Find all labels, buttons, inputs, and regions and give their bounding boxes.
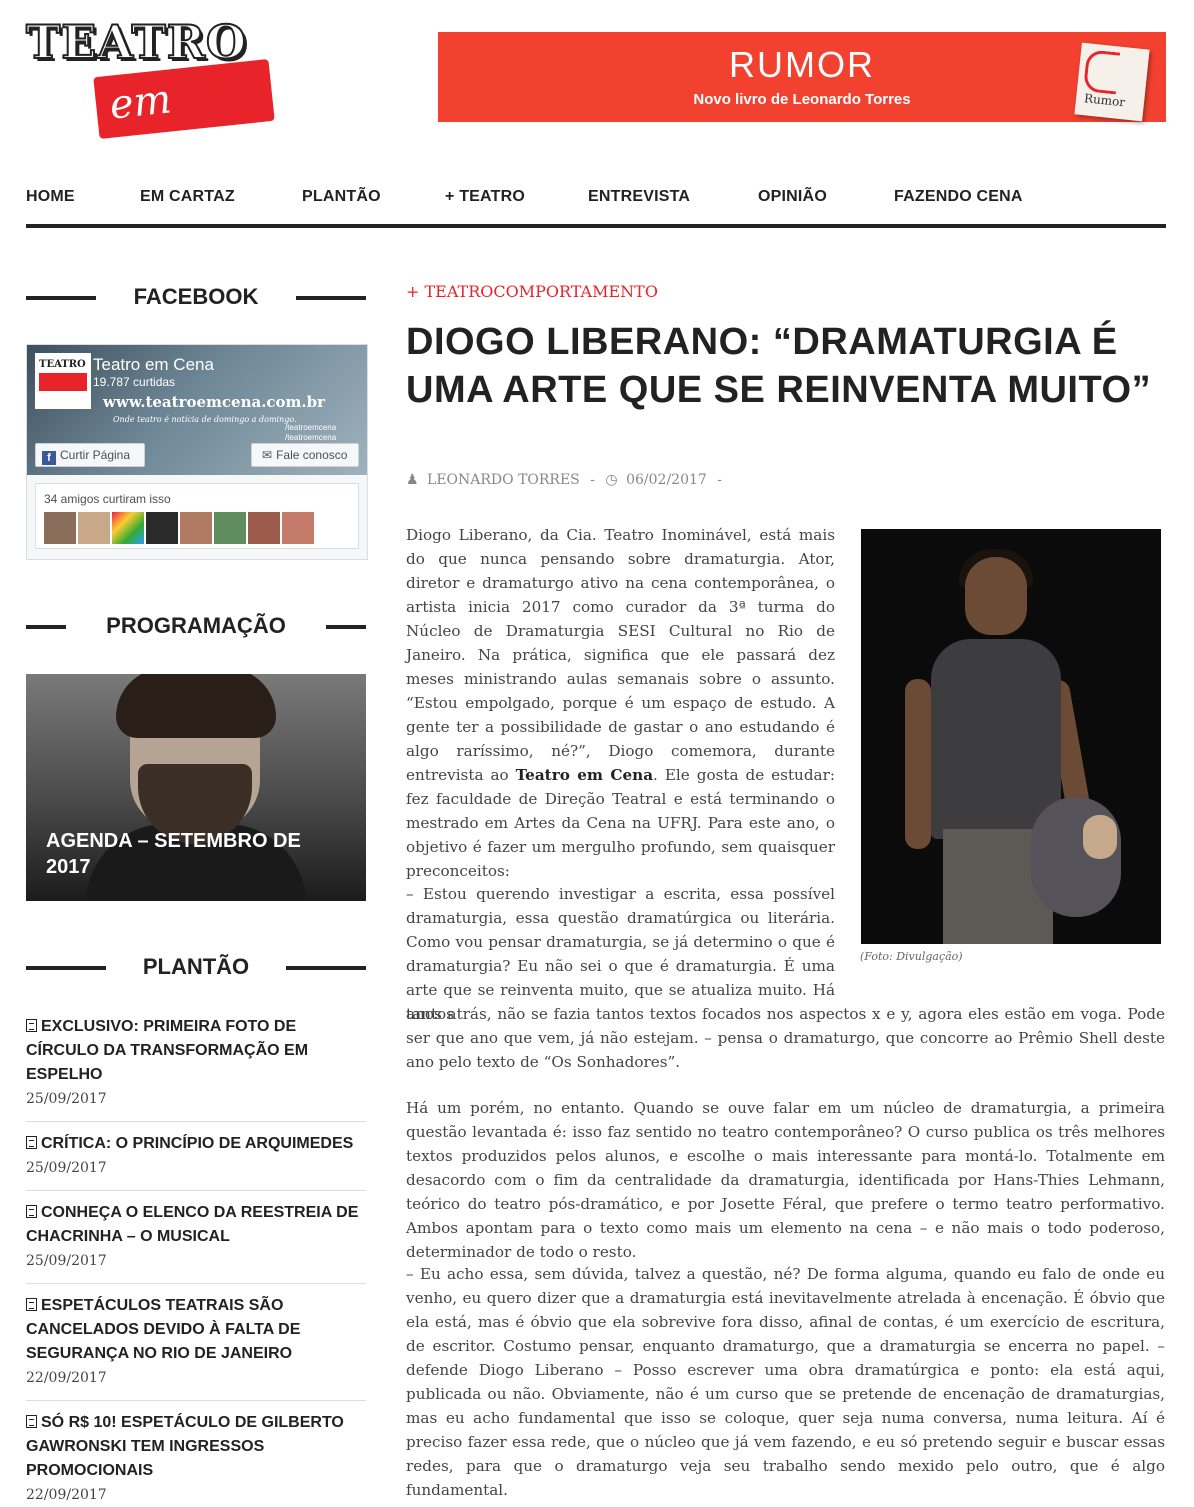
- message-label: Fale conosco: [276, 448, 348, 462]
- document-icon: [26, 1019, 37, 1032]
- facebook-heading-text: FACEBOOK: [133, 284, 259, 309]
- plantao-list-item: ESPETÁCULOS TEATRAIS SÃO CANCELADOS DEVI…: [26, 1294, 366, 1390]
- document-icon: [26, 1298, 37, 1311]
- friend-avatar[interactable]: [44, 512, 76, 544]
- nav-item-entrevista[interactable]: ENTREVISTA: [588, 188, 690, 206]
- divider: [26, 1121, 366, 1122]
- article-title: DIOGO LIBERANO: “DRAMATURGIA É UMA ARTE …: [406, 321, 1152, 411]
- plantao-list-item: CONHEÇA O ELENCO DA REESTREIA DE CHACRIN…: [26, 1201, 366, 1273]
- article-photo: [861, 529, 1161, 944]
- programacao-card-caption[interactable]: AGENDA – SETEMBRO DE 2017: [46, 828, 346, 880]
- banner-subtitle: Novo livro de Leonardo Torres: [693, 91, 911, 108]
- meta-separator: -: [590, 472, 595, 488]
- plantao-item-title[interactable]: CONHEÇA O ELENCO DA REESTREIA DE CHACRIN…: [26, 1201, 366, 1249]
- plantao-heading-text: PLANTÃO: [142, 954, 250, 979]
- programacao-featured-card[interactable]: AGENDA – SETEMBRO DE 2017: [26, 674, 366, 901]
- logo-text-teatro: TEATRO: [25, 15, 247, 69]
- programacao-heading-text: PROGRAMAÇÃO: [106, 613, 286, 638]
- document-icon: [26, 1205, 37, 1218]
- divider: [26, 1283, 366, 1284]
- plantao-item-date: 25/09/2017: [26, 1091, 107, 1107]
- friend-avatar[interactable]: [78, 512, 110, 544]
- facebook-widget-heading: FACEBOOK: [26, 282, 366, 312]
- publication-name: Teatro em Cena: [515, 766, 654, 784]
- plantao-item-title[interactable]: CRÍTICA: O PRINCÍPIO DE ARQUIMEDES: [26, 1132, 366, 1156]
- site-logo[interactable]: TEATRO em cena: [25, 15, 276, 178]
- article-paragraph: anos atrás, não se fazia tantos textos f…: [406, 1005, 1165, 1071]
- facebook-page-avatar[interactable]: TEATRO: [35, 353, 91, 409]
- meta-separator: -: [717, 472, 722, 488]
- friend-avatar[interactable]: [214, 512, 246, 544]
- message-button[interactable]: ✉ Fale conosco: [251, 443, 359, 467]
- article-paragraph: Diogo Liberano, da Cia. Teatro Inomináve…: [406, 523, 835, 883]
- nav-item-opiniao[interactable]: OPINIÃO: [758, 188, 827, 206]
- banner-title: RUMOR: [729, 44, 875, 85]
- envelope-icon: ✉: [262, 448, 273, 462]
- article-meta: ♟ LEONARDO TORRES - ◷ 06/02/2017 -: [406, 472, 722, 488]
- article-paragraph: Há um porém, no entanto. Quando se ouve …: [406, 1099, 1165, 1261]
- plantao-item-date: 22/09/2017: [26, 1370, 107, 1386]
- facebook-like-count: 19.787 curtidas: [93, 375, 176, 389]
- plantao-list-item: SÓ R$ 10! ESPETÁCULO DE GILBERTO GAWRONS…: [26, 1411, 366, 1507]
- plantao-widget-heading: PLANTÃO: [26, 952, 366, 982]
- nav-item-em-cartaz[interactable]: EM CARTAZ: [140, 188, 235, 206]
- facebook-cover-url: www.teatroemcena.com.br: [103, 393, 326, 411]
- friend-avatar[interactable]: [180, 512, 212, 544]
- plantao-item-title[interactable]: SÓ R$ 10! ESPETÁCULO DE GILBERTO GAWRONS…: [26, 1411, 366, 1483]
- plantao-item-title-text[interactable]: ESPETÁCULOS TEATRAIS SÃO CANCELADOS DEVI…: [26, 1297, 300, 1362]
- article-date: 06/02/2017: [626, 472, 707, 488]
- divider: [26, 1400, 366, 1401]
- document-icon: [26, 1136, 37, 1149]
- plantao-item-title-text[interactable]: CONHEÇA O ELENCO DA REESTREIA DE CHACRIN…: [26, 1204, 358, 1245]
- logo-text-em-cena: em cena: [107, 76, 213, 179]
- plantao-item-title-text[interactable]: CRÍTICA: O PRINCÍPIO DE ARQUIMEDES: [41, 1135, 353, 1152]
- article-paragraph: – Eu acho essa, sem dúvida, talvez a que…: [406, 1265, 1165, 1499]
- nav-item-fazendo-cena[interactable]: FAZENDO CENA: [894, 188, 1023, 206]
- cover-handle: /teatroemcena: [285, 423, 337, 432]
- article-author[interactable]: LEONARDO TORRES: [427, 472, 580, 488]
- clock-icon: ◷: [605, 472, 618, 488]
- programacao-widget-heading: PROGRAMAÇÃO: [26, 611, 366, 641]
- plantao-list-item: CRÍTICA: O PRINCÍPIO DE ARQUIMEDES 25/09…: [26, 1132, 366, 1180]
- plantao-item-title-text[interactable]: SÓ R$ 10! ESPETÁCULO DE GILBERTO GAWRONS…: [26, 1414, 344, 1479]
- nav-item-home[interactable]: HOME: [26, 188, 75, 206]
- friends-box: 34 amigos curtiram isso: [35, 483, 359, 549]
- facebook-page-name[interactable]: Teatro em Cena: [93, 355, 214, 375]
- paragraph-text: Diogo Liberano, da Cia. Teatro Inomináve…: [406, 526, 835, 784]
- user-icon: ♟: [406, 472, 419, 488]
- plantao-item-date: 22/09/2017: [26, 1487, 107, 1503]
- cover-handle: /teatroemcena: [285, 433, 337, 442]
- facebook-icon: f: [42, 451, 56, 465]
- facebook-cover-tagline: Onde teatro é notícia de domingo a domin…: [113, 415, 297, 424]
- document-icon: [26, 1415, 37, 1428]
- divider: [26, 1190, 366, 1191]
- friend-avatar[interactable]: [146, 512, 178, 544]
- nav-item-plantao[interactable]: PLANTÃO: [302, 188, 381, 206]
- article-category-link[interactable]: + TEATROCOMPORTAMENTO: [406, 282, 658, 301]
- ad-banner[interactable]: RUMOR Novo livro de Leonardo Torres Rumo…: [438, 32, 1166, 122]
- plantao-item-title[interactable]: ESPETÁCULOS TEATRAIS SÃO CANCELADOS DEVI…: [26, 1294, 366, 1366]
- plantao-item-date: 25/09/2017: [26, 1160, 107, 1176]
- friend-avatar[interactable]: [112, 512, 144, 544]
- facebook-page-widget: TEATRO Teatro em Cena 19.787 curtidas ww…: [26, 344, 368, 560]
- like-page-button[interactable]: f Curtir Página: [35, 443, 145, 467]
- book-cover-title: Rumor: [1083, 91, 1126, 110]
- friend-avatar[interactable]: [282, 512, 314, 544]
- friend-avatar[interactable]: [248, 512, 280, 544]
- plantao-item-title[interactable]: EXCLUSIVO: PRIMEIRA FOTO DE CÍRCULO DA T…: [26, 1015, 366, 1087]
- plantao-item-title-text[interactable]: EXCLUSIVO: PRIMEIRA FOTO DE CÍRCULO DA T…: [26, 1018, 308, 1083]
- book-cover-image: Rumor: [1074, 42, 1150, 122]
- plantao-item-date: 25/09/2017: [26, 1253, 107, 1269]
- friends-like-text: 34 amigos curtiram isso: [44, 492, 171, 506]
- facebook-cover-handles: /teatroemcena /teatroemcena: [285, 423, 336, 443]
- like-page-label: Curtir Página: [60, 448, 131, 462]
- main-nav: HOME EM CARTAZ PLANTÃO + TEATRO ENTREVIS…: [26, 180, 1166, 228]
- photo-caption: (Foto: Divulgação): [860, 950, 963, 963]
- nav-item-mais-teatro[interactable]: + TEATRO: [445, 188, 525, 206]
- plantao-list-item: EXCLUSIVO: PRIMEIRA FOTO DE CÍRCULO DA T…: [26, 1015, 366, 1111]
